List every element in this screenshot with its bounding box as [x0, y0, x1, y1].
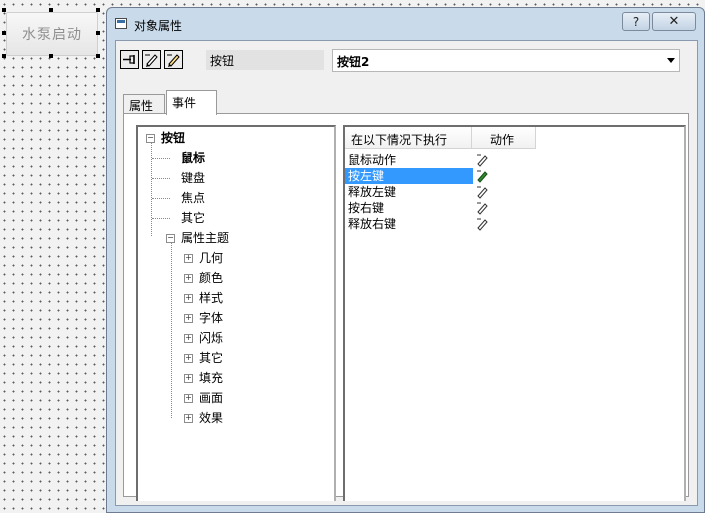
- tree-line: [152, 158, 170, 159]
- expand-toggle[interactable]: +: [184, 254, 193, 263]
- selection-handle[interactable]: [49, 8, 53, 12]
- event-label: 按左键: [348, 169, 385, 183]
- event-row-selected[interactable]: 按左键: [345, 168, 473, 184]
- action-configured-icon[interactable]: [476, 169, 490, 183]
- expand-toggle[interactable]: +: [184, 414, 193, 423]
- tree-node-theme[interactable]: 颜色: [199, 269, 223, 287]
- tree-node-theme[interactable]: 填充: [199, 369, 223, 387]
- window-icon: [115, 18, 127, 29]
- dialog-client-area: 按钮 按钮2 属性 − 按钮 鼠标 键盘 焦点 其它 − 属性主题 + 几何 +…: [115, 40, 698, 506]
- event-list: 在以下情况下执行 动作 鼠标动作 按左键 释放左键 按右键 释放右键: [343, 125, 686, 501]
- help-button[interactable]: ?: [622, 12, 650, 31]
- tab-properties[interactable]: 属性: [123, 94, 165, 114]
- selection-handle[interactable]: [49, 54, 53, 58]
- canvas-button-label: 水泵启动: [22, 27, 82, 43]
- action-pencil-icon[interactable]: [476, 201, 490, 215]
- event-row[interactable]: 释放右键: [345, 216, 473, 232]
- tree-node-property-themes[interactable]: 属性主题: [181, 229, 229, 247]
- object-type-field: 按钮: [206, 50, 324, 70]
- object-name-value: 按钮2: [337, 55, 370, 69]
- pin-icon: [123, 55, 135, 64]
- tree-node-theme[interactable]: 闪烁: [199, 329, 223, 347]
- tree-node-button[interactable]: 按钮: [161, 129, 185, 147]
- column-header-action[interactable]: 动作: [472, 127, 536, 149]
- expand-toggle[interactable]: +: [184, 374, 193, 383]
- event-row[interactable]: 释放左键: [345, 184, 473, 200]
- selection-handle[interactable]: [96, 8, 100, 12]
- event-row[interactable]: 鼠标动作: [345, 152, 473, 168]
- events-tab-panel: − 按钮 鼠标 键盘 焦点 其它 − 属性主题 + 几何 + 颜色 + 样式 +…: [123, 113, 689, 501]
- tree-node-keyboard[interactable]: 键盘: [181, 169, 205, 187]
- expand-toggle[interactable]: +: [184, 334, 193, 343]
- event-label: 鼠标动作: [348, 153, 397, 167]
- selection-handle[interactable]: [2, 8, 6, 12]
- tree-line: [152, 198, 170, 199]
- column-header-condition[interactable]: 在以下情况下执行: [345, 127, 472, 149]
- action-pencil-icon[interactable]: [476, 217, 490, 231]
- tree-line: [171, 237, 172, 418]
- tree-node-mouse[interactable]: 鼠标: [181, 149, 205, 167]
- selection-handle[interactable]: [96, 54, 100, 58]
- expand-toggle[interactable]: +: [184, 314, 193, 323]
- canvas-button-pump-start[interactable]: 水泵启动: [6, 12, 98, 56]
- edit-pencil-icon: [145, 54, 158, 67]
- event-label: 按右键: [348, 201, 385, 215]
- window-title: 对象属性: [134, 19, 183, 33]
- tree-node-theme[interactable]: 其它: [199, 349, 223, 367]
- chevron-down-icon[interactable]: [667, 58, 675, 63]
- selection-handle[interactable]: [2, 54, 6, 58]
- close-button[interactable]: ✕: [652, 12, 696, 31]
- edit-button[interactable]: [142, 50, 161, 69]
- tree-node-theme[interactable]: 效果: [199, 409, 223, 427]
- collapse-toggle[interactable]: −: [166, 234, 175, 243]
- edit-button-2[interactable]: [164, 50, 183, 69]
- selection-handle[interactable]: [96, 31, 100, 35]
- tree-node-theme[interactable]: 样式: [199, 289, 223, 307]
- tree-node-theme[interactable]: 画面: [199, 389, 223, 407]
- tree-node-theme[interactable]: 几何: [199, 249, 223, 267]
- tree-node-focus[interactable]: 焦点: [181, 189, 205, 207]
- event-row[interactable]: 按右键: [345, 200, 473, 216]
- tree-node-theme[interactable]: 字体: [199, 309, 223, 327]
- object-name-select[interactable]: 按钮2: [332, 49, 680, 72]
- title-bar[interactable]: 对象属性 ? ✕: [107, 8, 704, 40]
- selection-handle[interactable]: [2, 31, 6, 35]
- action-pencil-icon[interactable]: [476, 185, 490, 199]
- tree-line: [152, 178, 170, 179]
- event-tree: − 按钮 鼠标 键盘 焦点 其它 − 属性主题 + 几何 + 颜色 + 样式 +…: [136, 125, 336, 501]
- tree-line: [151, 139, 152, 236]
- expand-toggle[interactable]: +: [184, 394, 193, 403]
- pin-button[interactable]: [120, 50, 139, 69]
- action-pencil-icon[interactable]: [476, 153, 490, 167]
- expand-toggle[interactable]: +: [184, 294, 193, 303]
- expand-toggle[interactable]: +: [184, 274, 193, 283]
- expand-toggle[interactable]: +: [184, 354, 193, 363]
- event-label: 释放左键: [348, 185, 397, 199]
- tree-line: [152, 218, 170, 219]
- tab-events[interactable]: 事件: [166, 90, 217, 115]
- object-properties-dialog: 对象属性 ? ✕ 按钮 按钮2 属性 − 按钮 鼠标 键盘 焦点 其它 − 属性…: [106, 7, 705, 513]
- tree-node-other[interactable]: 其它: [181, 209, 205, 227]
- collapse-toggle[interactable]: −: [146, 134, 155, 143]
- edit-pencil-icon: [167, 54, 180, 67]
- event-label: 释放右键: [348, 217, 397, 231]
